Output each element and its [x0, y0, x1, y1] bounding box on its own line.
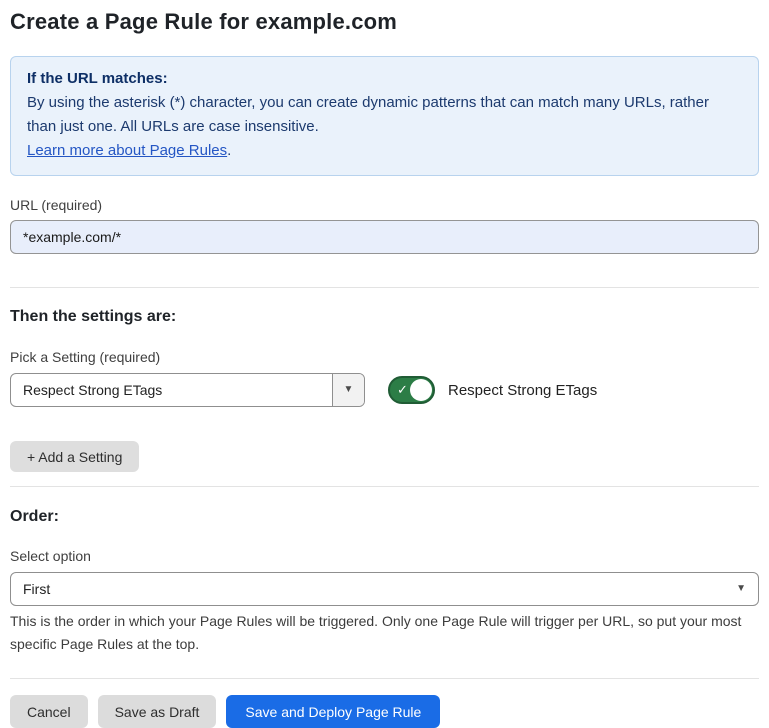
- url-field-label: URL (required): [10, 197, 759, 213]
- toggle-knob: [410, 379, 432, 401]
- section-divider: [10, 287, 759, 288]
- setting-dropdown-value: Respect Strong ETags: [11, 374, 332, 406]
- footer-actions: Cancel Save as Draft Save and Deploy Pag…: [10, 695, 759, 728]
- respect-strong-etags-toggle[interactable]: ✓: [388, 376, 435, 404]
- url-input[interactable]: [10, 220, 759, 254]
- footer-divider: [10, 678, 759, 679]
- toggle-label: Respect Strong ETags: [448, 382, 597, 399]
- save-draft-button[interactable]: Save as Draft: [98, 695, 217, 728]
- order-section-heading: Order:: [10, 508, 759, 526]
- chevron-down-icon: ▼: [736, 584, 746, 594]
- check-icon: ✓: [397, 383, 408, 396]
- learn-more-link[interactable]: Learn more about Page Rules: [27, 142, 227, 159]
- page-rule-form: Create a Page Rule for example.com If th…: [0, 9, 769, 728]
- setting-dropdown-arrow-button[interactable]: ▼: [332, 374, 364, 406]
- info-box-body: By using the asterisk (*) character, you…: [27, 91, 742, 139]
- url-match-info-box: If the URL matches: By using the asteris…: [10, 56, 759, 176]
- save-deploy-button[interactable]: Save and Deploy Page Rule: [226, 695, 440, 728]
- order-help-text: This is the order in which your Page Rul…: [10, 610, 759, 656]
- order-select[interactable]: First ▼: [10, 572, 759, 606]
- page-title: Create a Page Rule for example.com: [10, 9, 759, 35]
- chevron-down-icon: ▼: [344, 385, 354, 395]
- setting-row: Respect Strong ETags ▼ ✓ Respect Strong …: [10, 373, 759, 407]
- cancel-button[interactable]: Cancel: [10, 695, 88, 728]
- settings-section-heading: Then the settings are:: [10, 308, 759, 326]
- order-select-value: First: [23, 581, 736, 597]
- order-select-label: Select option: [10, 548, 759, 564]
- link-suffix-period: .: [227, 142, 231, 159]
- pick-setting-label: Pick a Setting (required): [10, 349, 759, 365]
- add-setting-button[interactable]: + Add a Setting: [10, 441, 139, 472]
- info-box-heading: If the URL matches:: [27, 67, 742, 91]
- info-box-link-line: Learn more about Page Rules.: [27, 139, 742, 163]
- section-divider: [10, 486, 759, 487]
- setting-dropdown[interactable]: Respect Strong ETags ▼: [10, 373, 365, 407]
